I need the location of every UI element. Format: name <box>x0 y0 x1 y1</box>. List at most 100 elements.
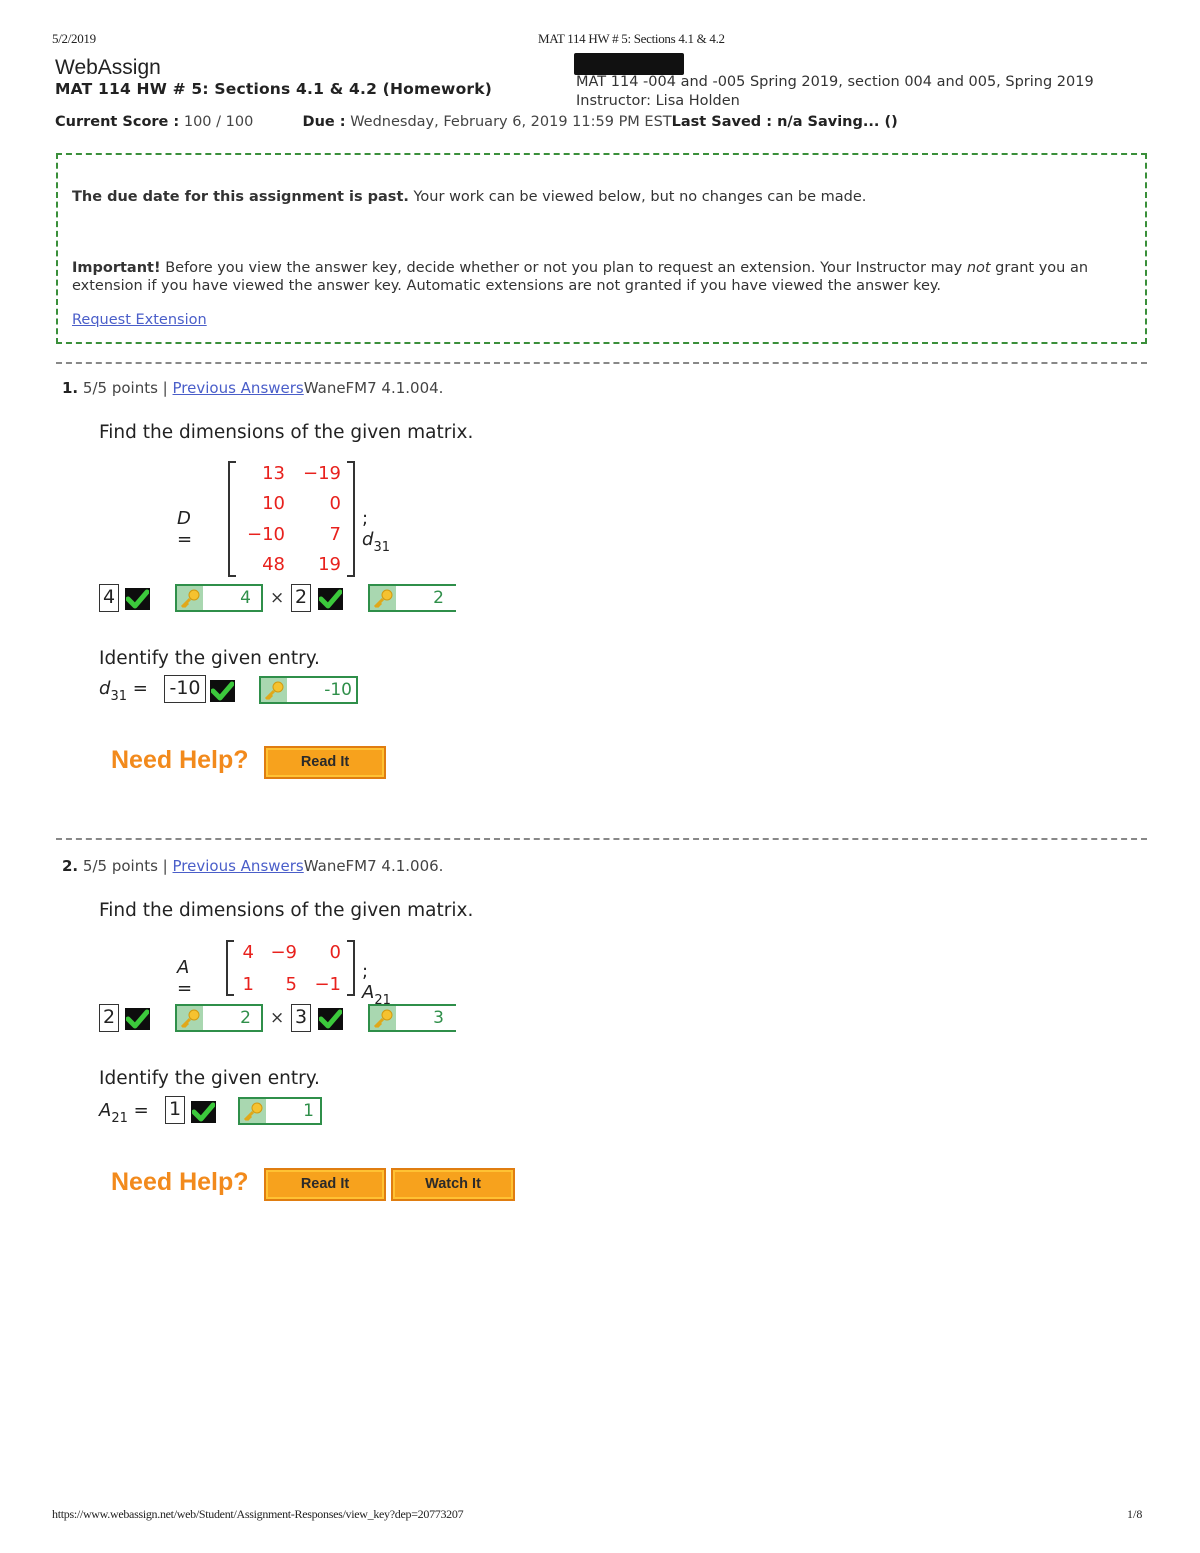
left-bracket <box>228 461 236 577</box>
previous-answers-link[interactable]: Previous Answers <box>173 379 304 397</box>
key-value: 1 <box>303 1101 314 1121</box>
answer-key-cols: 3 <box>368 1004 456 1032</box>
rows-answer: 2 <box>99 1004 119 1032</box>
question-number: 2. <box>62 857 79 875</box>
entry-subscript: 21 <box>111 1111 128 1126</box>
question-2-prompt: Find the dimensions of the given matrix. <box>99 900 474 921</box>
last-saved-status: Last Saved : n/a Saving... () <box>671 114 898 130</box>
question-1-header: 1. 5/5 points | Previous AnswersWaneFM7 … <box>62 379 443 397</box>
right-bracket <box>347 461 355 577</box>
request-extension-link[interactable]: Request Extension <box>72 312 207 328</box>
print-page-number: 1/8 <box>1127 1507 1143 1521</box>
key-icon <box>261 678 287 702</box>
cols-answer: 3 <box>291 1004 311 1032</box>
key-value: 4 <box>240 588 251 608</box>
key-icon <box>240 1099 266 1123</box>
entry-label: d31 = <box>99 678 148 704</box>
watch-it-button[interactable]: Watch It <box>391 1168 515 1201</box>
important-text-1: Before you view the answer key, decide w… <box>160 260 967 276</box>
matrix-cell: 1 <box>242 974 254 995</box>
key-icon <box>370 1006 396 1030</box>
entry-letter: A <box>99 1100 112 1121</box>
equals-sign: = <box>132 678 148 699</box>
times-symbol: × <box>270 588 285 608</box>
key-icon <box>370 586 396 610</box>
question-source: WaneFM7 4.1.006. <box>303 857 444 875</box>
question-divider <box>56 838 1147 840</box>
identify-prompt: Identify the given entry. <box>99 1068 320 1089</box>
matrix-cell: 48 <box>262 554 285 575</box>
matrix-cell: −10 <box>247 524 285 545</box>
question-divider <box>56 362 1147 364</box>
important-emphasis: not <box>966 260 991 276</box>
score-value: 100 / 100 <box>183 114 254 130</box>
past-due-heading: The due date for this assignment is past… <box>72 189 409 205</box>
entry-letter: d <box>362 529 374 550</box>
semicolon: ; <box>362 961 369 982</box>
past-due-message: The due date for this assignment is past… <box>72 188 866 206</box>
redacted-name <box>574 53 684 75</box>
course-info: MAT 114 -004 and -005 Spring 2019, secti… <box>576 73 1094 111</box>
correct-check-icon <box>191 1101 216 1123</box>
identify-prompt: Identify the given entry. <box>99 648 320 669</box>
important-message: Important! Before you view the answer ke… <box>72 259 1138 295</box>
rows-answer: 4 <box>99 584 119 612</box>
print-title: MAT 114 HW # 5: Sections 4.1 & 4.2 <box>538 31 725 46</box>
entry-label: A21 = <box>99 1100 149 1126</box>
course-name: MAT 114 -004 and -005 Spring 2019, secti… <box>576 74 1094 90</box>
matrix-cell: 19 <box>318 554 341 575</box>
due-value: Wednesday, February 6, 2019 11:59 PM EST <box>350 114 672 130</box>
read-it-button[interactable]: Read It <box>264 746 386 779</box>
cols-answer: 2 <box>291 584 311 612</box>
score-label: Current Score : <box>55 114 180 130</box>
equals-sign: = <box>133 1100 149 1121</box>
matrix-label: A = <box>177 957 193 999</box>
matrix-cell: −9 <box>270 942 297 963</box>
entry-subscript: 31 <box>373 540 390 555</box>
need-help-label: Need Help? <box>111 1168 249 1196</box>
correct-check-icon <box>318 1008 343 1030</box>
matrix-cell: 5 <box>285 974 297 995</box>
matrix-cell: 0 <box>329 942 341 963</box>
correct-check-icon <box>125 1008 150 1030</box>
matrix-cell: 10 <box>262 493 285 514</box>
question-1-prompt: Find the dimensions of the given matrix. <box>99 422 474 443</box>
print-url: https://www.webassign.net/web/Student/As… <box>52 1507 464 1521</box>
print-date: 5/2/2019 <box>52 31 96 46</box>
right-bracket <box>347 940 355 996</box>
entry-letter: A <box>362 982 375 1003</box>
matrix-label: D = <box>177 508 193 550</box>
correct-check-icon <box>210 680 235 702</box>
answer-key-cols: 2 <box>368 584 456 612</box>
previous-answers-link[interactable]: Previous Answers <box>173 857 304 875</box>
entry-ref: ; d31 <box>362 508 390 555</box>
question-points: 5/5 points | <box>82 379 168 397</box>
matrix-cell: 13 <box>262 463 285 484</box>
matrix-cell: 7 <box>329 524 341 545</box>
semicolon: ; <box>362 508 369 529</box>
due-label: Due : <box>302 114 346 130</box>
question-number: 1. <box>62 379 79 397</box>
question-source: WaneFM7 4.1.004. <box>303 379 444 397</box>
entry-letter: d <box>99 678 111 699</box>
answer-key-entry: -10 <box>259 676 358 704</box>
read-it-button[interactable]: Read It <box>264 1168 386 1201</box>
answer-key-entry: 1 <box>238 1097 322 1125</box>
key-value: 3 <box>433 1008 444 1028</box>
matrix-cell: 4 <box>242 942 254 963</box>
need-help-label: Need Help? <box>111 746 249 774</box>
matrix-cell: 0 <box>329 493 341 514</box>
assignment-title: MAT 114 HW # 5: Sections 4.1 & 4.2 (Home… <box>55 80 493 98</box>
past-due-text: Your work can be viewed below, but no ch… <box>408 189 867 205</box>
answer-key-rows: 2 <box>175 1004 263 1032</box>
instructor-name: Instructor: Lisa Holden <box>576 93 740 109</box>
entry-subscript: 31 <box>110 689 127 704</box>
times-symbol: × <box>270 1008 285 1028</box>
key-icon <box>177 586 203 610</box>
question-points: 5/5 points | <box>82 857 168 875</box>
matrix-cell: −19 <box>303 463 341 484</box>
key-icon <box>177 1006 203 1030</box>
matrix-cell: −1 <box>314 974 341 995</box>
key-value: 2 <box>433 588 444 608</box>
score-row: Current Score : 100 / 100 Due : Wednesda… <box>55 114 898 130</box>
